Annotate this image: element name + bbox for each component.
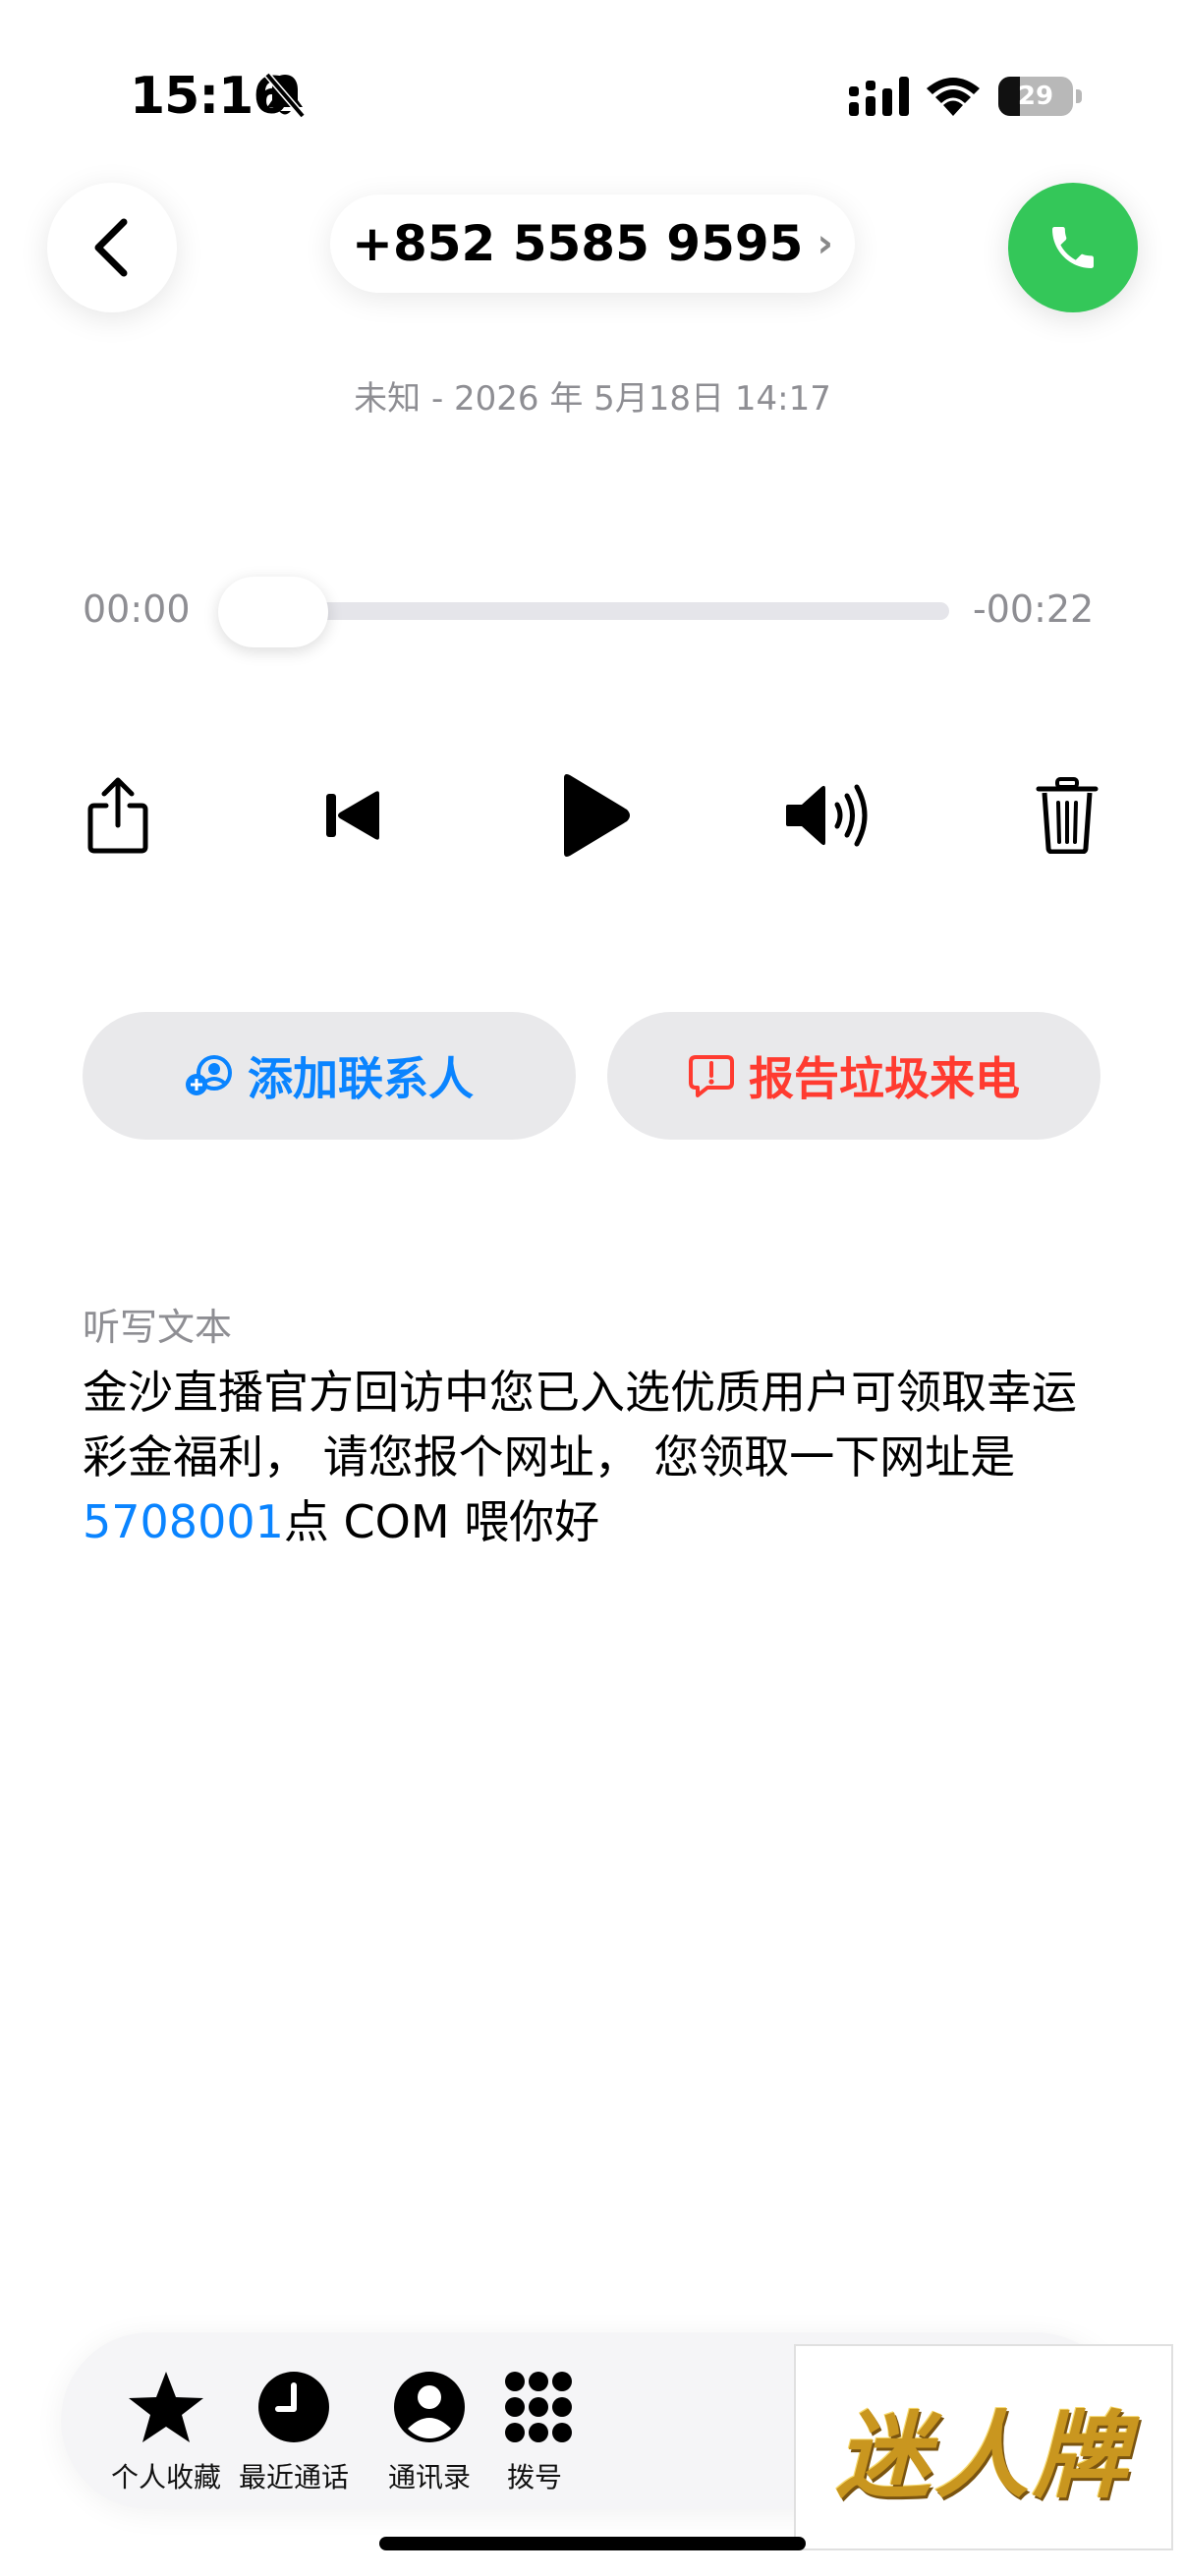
tab-label-favorites: 个人收藏 (110, 2461, 221, 2493)
skip-back-button[interactable] (305, 766, 403, 865)
wifi-icon (927, 78, 980, 116)
call-meta: 未知 - 2026 年 5月18日 14:17 (354, 379, 831, 419)
tab-label-recents: 最近通话 (238, 2461, 349, 2493)
speaker-icon (786, 784, 868, 847)
call-button[interactable] (1008, 183, 1138, 312)
share-button[interactable] (69, 766, 167, 865)
delete-button[interactable] (1018, 766, 1116, 865)
transcription-label: 听写文本 (83, 1306, 233, 1349)
home-indicator[interactable] (379, 2537, 806, 2550)
keypad-icon (505, 2372, 572, 2442)
tab-label-contacts: 通讯录 (387, 2461, 471, 2493)
play-button[interactable] (544, 766, 643, 865)
person-icon (394, 2372, 465, 2442)
tab-keypad[interactable]: 拨号 (466, 2368, 603, 2495)
cellular-signal-icon (849, 77, 909, 116)
exclamation-bubble-icon (689, 1055, 734, 1097)
back-button[interactable] (47, 183, 177, 312)
contact-number-pill[interactable]: +852 5585 9595 › (330, 195, 855, 293)
bell-slash-icon (264, 72, 306, 119)
add-contact-button[interactable]: 添加联系人 (83, 1012, 576, 1140)
playback-scrubber-thumb[interactable] (218, 577, 328, 647)
report-spam-label: 报告垃圾来电 (749, 1052, 1020, 1105)
transcription-text: 金沙直播官方回访中您已入选优质用户可领取幸运彩金福利， 请您报个网址， 您领取一… (83, 1360, 1114, 1554)
phone-icon (1052, 227, 1094, 268)
transcription-number-link[interactable]: 5708001 (83, 1495, 284, 1548)
watermark-text: 迷人牌 (836, 2399, 1131, 2511)
elapsed-time: 00:00 (83, 588, 191, 631)
star-icon (129, 2372, 203, 2442)
playback-scrubber-track[interactable] (220, 602, 949, 620)
chevron-right-icon: › (817, 221, 833, 266)
battery-level: 29 (1017, 82, 1054, 111)
battery-indicator: 29 (998, 77, 1082, 116)
clock-icon (258, 2372, 329, 2442)
tab-label-keypad: 拨号 (506, 2461, 562, 2493)
phone-number: +852 5585 9595 (352, 215, 804, 272)
speaker-button[interactable] (780, 766, 878, 865)
playback-controls (0, 766, 1185, 865)
play-icon (564, 774, 630, 857)
share-icon (87, 777, 148, 854)
transcription-text-end: 点 COM 喂你好 (283, 1495, 600, 1548)
watermark-logo: 迷人牌 (794, 2344, 1173, 2550)
status-bar: 15:16 29 (0, 0, 1185, 187)
transcription-text-start: 金沙直播官方回访中您已入选优质用户可领取幸运彩金福利， 请您报个网址， 您领取一… (83, 1366, 1077, 1484)
remaining-time: -00:22 (973, 588, 1095, 631)
report-spam-button[interactable]: 报告垃圾来电 (607, 1012, 1100, 1140)
skip-back-icon (326, 791, 379, 840)
trash-icon (1036, 777, 1099, 854)
add-contact-label: 添加联系人 (248, 1052, 474, 1105)
chevron-left-icon (94, 218, 128, 277)
add-person-icon (186, 1055, 232, 1095)
